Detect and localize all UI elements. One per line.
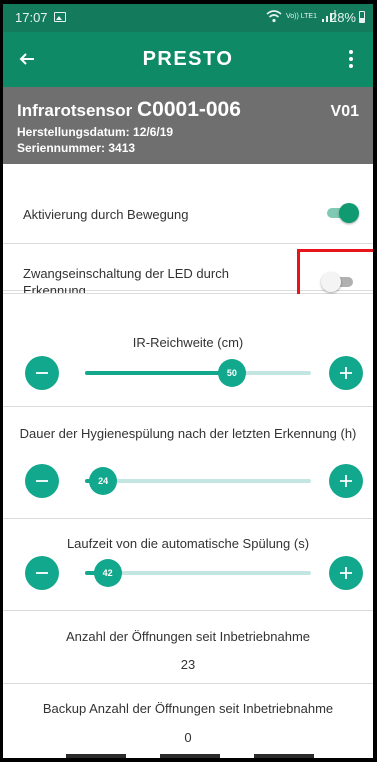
slider-thumb[interactable]: 42 bbox=[93, 559, 122, 587]
manufacture-date: Herstellungsdatum: 12/6/19 bbox=[17, 125, 174, 139]
motion-activation-toggle[interactable] bbox=[325, 203, 361, 223]
battery-percent: 28% bbox=[329, 10, 356, 25]
status-bar: 17:07 Vo)) LTE1 28% bbox=[3, 4, 373, 32]
toggle-thumb bbox=[339, 203, 359, 223]
phone-frame: 17:07 Vo)) LTE1 28% PRESTO Infrarotsenso… bbox=[0, 0, 377, 762]
device-code: C0001-006 bbox=[136, 98, 241, 121]
hygiene-flush-decrease-button[interactable] bbox=[25, 464, 59, 498]
hygiene-flush-slider[interactable]: 24 bbox=[85, 467, 311, 495]
minus-icon bbox=[36, 480, 48, 482]
auto-flush-runtime-row: Laufzeit von die automatische Spülung (s… bbox=[3, 519, 373, 611]
nav-bar-hint bbox=[254, 754, 314, 758]
nav-bar-hint bbox=[160, 754, 220, 758]
device-header: Infrarotsensor C0001-006 V01 Herstellung… bbox=[3, 87, 373, 164]
openings-count-row: Anzahl der Öffnungen seit Inbetriebnahme… bbox=[3, 611, 373, 684]
motion-activation-label: Aktivierung durch Bewegung bbox=[23, 207, 189, 222]
slider-thumb[interactable]: 24 bbox=[89, 467, 118, 495]
plus-icon bbox=[340, 367, 352, 379]
minus-icon bbox=[36, 372, 48, 374]
slider-fill bbox=[85, 371, 232, 375]
hygiene-flush-row: Dauer der Hygienespülung nach der letzte… bbox=[3, 407, 373, 519]
status-time: 17:07 bbox=[15, 10, 48, 25]
ir-range-decrease-button[interactable] bbox=[25, 356, 59, 390]
app-bar: PRESTO bbox=[3, 32, 373, 87]
auto-flush-runtime-title: Laufzeit von die automatische Spülung (s… bbox=[66, 536, 310, 551]
device-version: V01 bbox=[330, 103, 359, 120]
nav-bar-hint bbox=[66, 754, 126, 758]
auto-flush-runtime-slider[interactable]: 42 bbox=[85, 559, 311, 587]
more-menu-icon[interactable] bbox=[339, 47, 363, 71]
wifi-icon bbox=[266, 10, 282, 23]
hygiene-flush-increase-button[interactable] bbox=[329, 464, 363, 498]
auto-flush-runtime-increase-button[interactable] bbox=[329, 556, 363, 590]
slider-thumb[interactable]: 50 bbox=[217, 359, 246, 387]
device-type: Infrarotsensor bbox=[17, 101, 137, 120]
ir-range-title: IR-Reichweite (cm) bbox=[132, 335, 244, 350]
device-name: Infrarotsensor C0001-006 bbox=[17, 98, 241, 122]
hygiene-flush-title: Dauer der Hygienespülung nach der letzte… bbox=[19, 426, 357, 441]
backup-openings-value: 0 bbox=[184, 730, 192, 745]
app-screen: 17:07 Vo)) LTE1 28% PRESTO Infrarotsenso… bbox=[3, 4, 373, 758]
ir-range-increase-button[interactable] bbox=[329, 356, 363, 390]
ir-range-slider[interactable]: 50 bbox=[85, 359, 311, 387]
system-icons: Vo)) LTE1 bbox=[266, 9, 337, 23]
serial-number: Seriennummer: 3413 bbox=[17, 141, 136, 155]
motion-activation-row: Aktivierung durch Bewegung bbox=[3, 164, 373, 244]
ir-range-row: IR-Reichweite (cm) 50 bbox=[3, 294, 373, 407]
openings-count-value: 23 bbox=[180, 657, 196, 672]
battery-icon bbox=[359, 11, 365, 23]
image-notification-icon bbox=[54, 12, 66, 22]
auto-flush-runtime-decrease-button[interactable] bbox=[25, 556, 59, 590]
plus-icon bbox=[340, 475, 352, 487]
openings-count-label: Anzahl der Öffnungen seit Inbetriebnahme bbox=[65, 629, 311, 644]
backup-openings-label: Backup Anzahl der Öffnungen seit Inbetri… bbox=[42, 701, 334, 716]
plus-icon bbox=[340, 567, 352, 579]
volte-lte-indicator: Vo)) LTE1 bbox=[286, 12, 317, 20]
backup-openings-row: Backup Anzahl der Öffnungen seit Inbetri… bbox=[3, 684, 373, 758]
minus-icon bbox=[36, 572, 48, 574]
presto-logo: PRESTO bbox=[142, 48, 234, 70]
